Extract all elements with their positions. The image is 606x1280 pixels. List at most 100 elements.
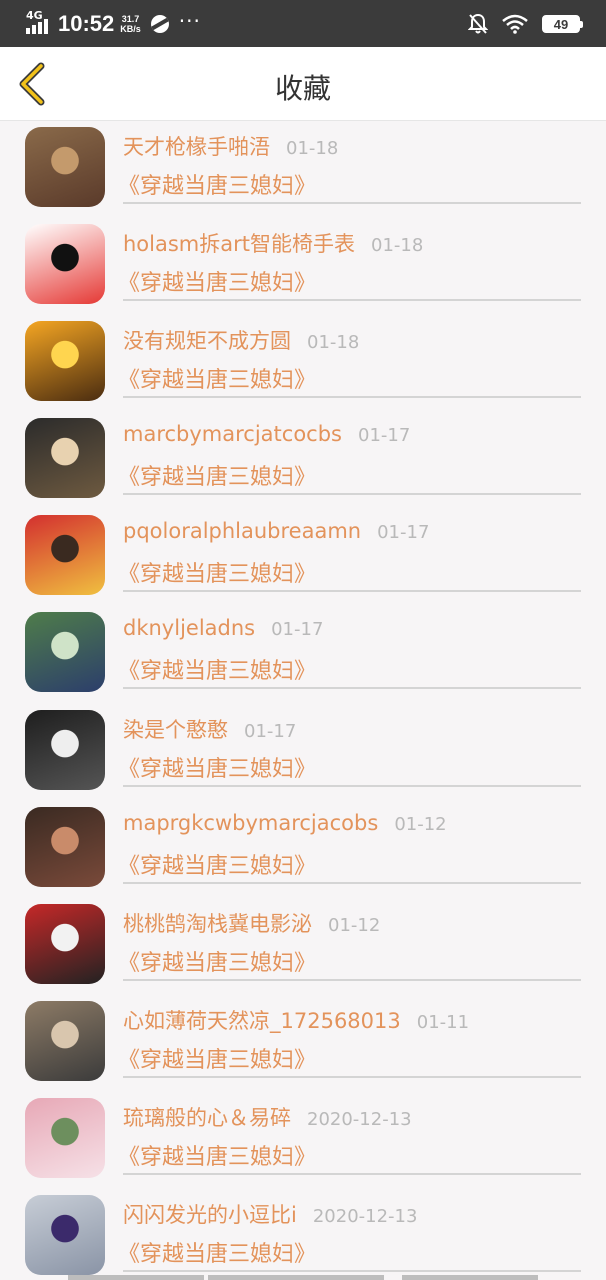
favorite-date: 01-17 — [271, 619, 324, 641]
favorite-date: 01-18 — [286, 138, 339, 159]
scroll-indicator — [0, 1275, 606, 1280]
signal-icon: 4G — [26, 9, 50, 36]
user-avatar[interactable] — [25, 612, 105, 693]
item-header: 染是个憨憨 01-17 — [123, 714, 296, 744]
item-header: 桃桃鹄淘栈冀电影泌 01-12 — [123, 908, 380, 938]
book-title[interactable]: 《穿越当唐三媳妇》 — [118, 556, 316, 588]
favorite-date: 01-17 — [358, 425, 411, 447]
network-speed: 31.7 KB/s — [120, 14, 141, 34]
user-name[interactable]: dknyljeladns — [123, 616, 255, 640]
battery-level: 49 — [553, 16, 569, 32]
list-item[interactable]: 桃桃鹄淘栈冀电影泌 01-12 《穿越当唐三媳妇》 — [0, 898, 606, 995]
row-divider — [123, 493, 581, 496]
item-header: holasm拆art智能椅手表 01-18 — [123, 228, 423, 258]
book-title[interactable]: 《穿越当唐三媳妇》 — [118, 265, 316, 297]
favorite-date: 2020-12-13 — [307, 1108, 412, 1130]
user-avatar[interactable] — [25, 127, 105, 207]
list-item[interactable]: 染是个憨憨 01-17 《穿越当唐三媳妇》 — [0, 704, 606, 801]
row-divider — [123, 396, 581, 399]
list-item[interactable]: dknyljeladns 01-17 《穿越当唐三媳妇》 — [0, 606, 606, 703]
user-avatar[interactable] — [25, 224, 105, 305]
item-header: 心如薄荷天然凉_172568013 01-11 — [123, 1005, 469, 1035]
item-header: 没有规矩不成方圆 01-18 — [123, 325, 359, 355]
user-name[interactable]: 心如薄荷天然凉_172568013 — [123, 1005, 401, 1035]
book-title[interactable]: 《穿越当唐三媳妇》 — [118, 945, 316, 977]
book-title[interactable]: 《穿越当唐三媳妇》 — [118, 1139, 316, 1171]
item-header: 闪闪发光的小逗比i 2020-12-13 — [123, 1199, 417, 1229]
user-avatar[interactable] — [25, 1097, 105, 1178]
book-title[interactable]: 《穿越当唐三媳妇》 — [118, 168, 316, 200]
row-divider — [123, 978, 581, 981]
app-header: 收藏 — [0, 47, 606, 121]
list-item[interactable]: 琉璃般的心＆易碎 2020-12-13 《穿越当唐三媳妇》 — [0, 1092, 606, 1189]
list-item[interactable]: 天才枪椽手啪浯 01-18 《穿越当唐三媳妇》 — [0, 121, 606, 218]
book-title[interactable]: 《穿越当唐三媳妇》 — [118, 1236, 316, 1268]
favorite-date: 01-18 — [307, 332, 360, 354]
user-name[interactable]: 没有规矩不成方圆 — [123, 325, 291, 355]
favorite-date: 01-17 — [377, 522, 430, 544]
user-name[interactable]: 天才枪椽手啪浯 — [123, 131, 270, 161]
item-header: 琉璃般的心＆易碎 2020-12-13 — [123, 1102, 412, 1132]
status-bar: 4G 10:52 31.7 KB/s ··· 49 — [0, 0, 606, 47]
user-name[interactable]: pqoloralphlaubreaamn — [123, 519, 361, 543]
list-item[interactable]: marcbymarcjatcocbs 01-17 《穿越当唐三媳妇》 — [0, 412, 606, 509]
user-avatar[interactable] — [25, 1195, 105, 1276]
book-title[interactable]: 《穿越当唐三媳妇》 — [118, 653, 316, 685]
book-title[interactable]: 《穿越当唐三媳妇》 — [118, 751, 316, 783]
user-name[interactable]: 闪闪发光的小逗比i — [123, 1199, 297, 1229]
list-item[interactable]: maprgkcwbymarcjacobs 01-12 《穿越当唐三媳妇》 — [0, 801, 606, 898]
item-header: dknyljeladns 01-17 — [123, 616, 323, 640]
user-avatar[interactable] — [25, 903, 105, 984]
item-header: pqoloralphlaubreaamn 01-17 — [123, 519, 429, 543]
row-divider — [123, 784, 581, 787]
item-header: 天才枪椽手啪浯 01-18 — [123, 131, 338, 161]
user-avatar[interactable] — [25, 321, 105, 402]
favorite-date: 01-17 — [244, 720, 297, 742]
list-item[interactable]: pqoloralphlaubreaamn 01-17 《穿越当唐三媳妇》 — [0, 509, 606, 606]
item-header: maprgkcwbymarcjacobs 01-12 — [123, 811, 447, 835]
list-item[interactable]: 心如薄荷天然凉_172568013 01-11 《穿越当唐三媳妇》 — [0, 995, 606, 1092]
row-divider — [123, 299, 581, 302]
page-title: 收藏 — [274, 72, 331, 105]
list-item[interactable]: 闪闪发光的小逗比i 2020-12-13 《穿越当唐三媳妇》 — [0, 1189, 606, 1280]
battery-icon: 49 — [542, 15, 583, 33]
favorites-list: 天才枪椽手啪浯 01-18 《穿越当唐三媳妇》 holasm拆art智能椅手表 01-1… — [0, 121, 606, 1280]
network-speed-unit: KB/s — [120, 24, 141, 34]
user-name[interactable]: 染是个憨憨 — [123, 714, 228, 744]
network-type: 4G — [26, 9, 43, 22]
book-title[interactable]: 《穿越当唐三媳妇》 — [118, 1042, 316, 1074]
favorite-date: 01-18 — [371, 235, 424, 257]
more-notifications-icon: ··· — [178, 9, 201, 33]
row-divider — [123, 881, 581, 884]
book-title[interactable]: 《穿越当唐三媳妇》 — [118, 459, 316, 491]
list-item[interactable]: holasm拆art智能椅手表 01-18 《穿越当唐三媳妇》 — [0, 218, 606, 315]
favorite-date: 01-12 — [394, 813, 447, 835]
wifi-icon — [502, 14, 528, 34]
browser-icon — [150, 15, 169, 33]
user-avatar[interactable] — [25, 1000, 105, 1081]
user-avatar[interactable] — [25, 709, 105, 790]
row-divider — [123, 590, 581, 593]
favorite-date: 01-12 — [328, 914, 381, 936]
row-divider — [123, 1075, 581, 1078]
status-time: 10:52 — [58, 11, 115, 36]
user-name[interactable]: 琉璃般的心＆易碎 — [123, 1102, 291, 1132]
book-title[interactable]: 《穿越当唐三媳妇》 — [118, 848, 316, 880]
user-name[interactable]: holasm拆art智能椅手表 — [123, 228, 355, 258]
mute-bell-icon — [468, 13, 488, 34]
row-divider — [123, 1172, 581, 1175]
favorite-date: 2020-12-13 — [312, 1206, 418, 1228]
row-divider — [123, 687, 581, 690]
list-item[interactable]: 没有规矩不成方圆 01-18 《穿越当唐三媳妇》 — [0, 315, 606, 412]
user-name[interactable]: maprgkcwbymarcjacobs — [123, 811, 378, 835]
book-title[interactable]: 《穿越当唐三媳妇》 — [118, 362, 316, 394]
row-divider — [123, 202, 581, 204]
user-avatar[interactable] — [25, 515, 105, 596]
favorite-date: 01-11 — [416, 1011, 470, 1033]
user-name[interactable]: marcbymarcjatcocbs — [123, 422, 342, 446]
row-divider — [123, 1270, 581, 1273]
user-avatar[interactable] — [25, 806, 105, 887]
user-avatar[interactable] — [25, 418, 105, 499]
item-header: marcbymarcjatcocbs 01-17 — [123, 422, 410, 446]
user-name[interactable]: 桃桃鹄淘栈冀电影泌 — [123, 908, 312, 938]
